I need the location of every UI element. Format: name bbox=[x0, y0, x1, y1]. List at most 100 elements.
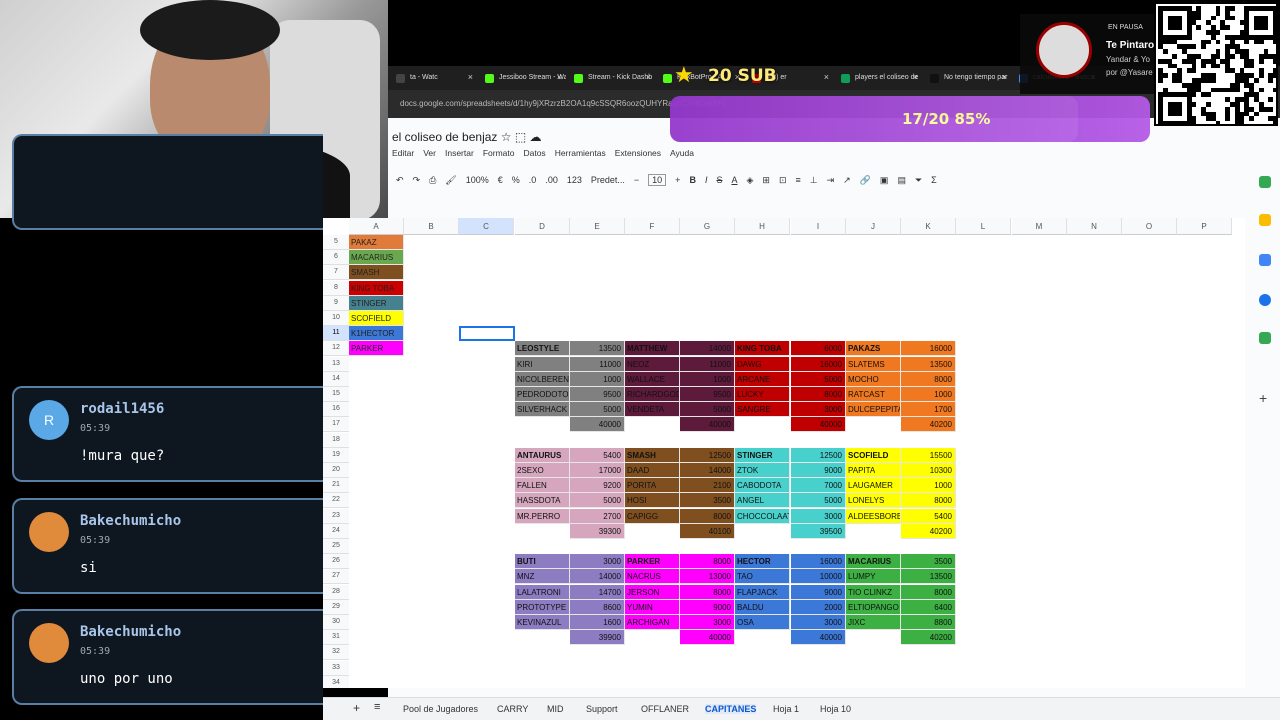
cell[interactable]: CAPIGG bbox=[625, 508, 680, 524]
row-header[interactable]: 15 bbox=[323, 387, 349, 402]
cell-grid[interactable]: A B C D E F G H I J K L M N O P 5 6 7 8 9 10 11 12 13 14 15 16 17 18 1… bbox=[323, 218, 1245, 688]
tab-close-icon[interactable]: × bbox=[1002, 72, 1007, 82]
cell[interactable]: 16000 bbox=[901, 341, 956, 357]
cell[interactable]: SMASH bbox=[349, 265, 404, 281]
cell[interactable]: 40000 bbox=[570, 417, 625, 433]
column-header[interactable]: P bbox=[1177, 218, 1232, 235]
comment-icon[interactable]: ▣ bbox=[880, 175, 889, 186]
cell[interactable]: NICOLBERENICE bbox=[515, 371, 570, 387]
browser-tab[interactable]: players el coliseo de × bbox=[833, 69, 922, 89]
row-header[interactable]: 20 bbox=[323, 463, 349, 478]
cell[interactable]: DAWG bbox=[735, 356, 790, 372]
cell[interactable]: PARKER bbox=[625, 554, 680, 570]
selected-cell[interactable] bbox=[459, 326, 515, 342]
text-color-icon[interactable]: A bbox=[731, 175, 737, 185]
strikethrough-icon[interactable]: S bbox=[716, 175, 722, 185]
cell[interactable]: RICHARDGOD bbox=[625, 387, 680, 402]
increase-decimal[interactable]: .00 bbox=[545, 175, 558, 185]
row-header[interactable]: 27 bbox=[323, 569, 349, 585]
cell[interactable]: TIO CLINKZ bbox=[846, 584, 901, 600]
cell[interactable]: MACARIUS bbox=[846, 554, 901, 570]
cell[interactable]: 40200 bbox=[901, 630, 956, 646]
column-header[interactable]: H bbox=[735, 218, 790, 235]
cell[interactable]: 5000 bbox=[570, 493, 625, 509]
menu-item[interactable]: Herramientas bbox=[555, 148, 606, 158]
cell[interactable]: 8000 bbox=[901, 493, 956, 509]
all-sheets-icon[interactable]: ≡ bbox=[374, 701, 380, 713]
browser-tab[interactable]: ta - Watc × bbox=[388, 69, 477, 89]
cell[interactable]: 5000 bbox=[791, 493, 846, 509]
function-icon[interactable]: Σ bbox=[931, 175, 937, 185]
cell[interactable]: 40000 bbox=[680, 630, 735, 646]
cell[interactable]: 9000 bbox=[791, 584, 846, 600]
tab-close-icon[interactable]: × bbox=[468, 72, 473, 82]
cell[interactable]: LUMPY bbox=[846, 569, 901, 585]
row-header[interactable]: 10 bbox=[323, 311, 349, 326]
italic-icon[interactable]: I bbox=[705, 175, 708, 185]
merge-icon[interactable]: ⊡ bbox=[779, 175, 787, 186]
cell[interactable]: 7000 bbox=[791, 478, 846, 494]
tasks-icon[interactable] bbox=[1259, 254, 1271, 266]
print-icon[interactable]: ⎙ bbox=[429, 175, 436, 186]
cell[interactable]: KING TOBA bbox=[735, 341, 790, 357]
browser-tab[interactable]: Stream - Kick Dashb × bbox=[566, 69, 655, 89]
cell[interactable]: 11000 bbox=[680, 356, 735, 372]
column-header[interactable]: N bbox=[1067, 218, 1122, 235]
cell[interactable]: 40000 bbox=[791, 417, 846, 433]
cell[interactable]: KING TOBA bbox=[349, 280, 404, 296]
cell[interactable]: 8000 bbox=[791, 387, 846, 402]
menu-item[interactable]: Datos bbox=[523, 148, 545, 158]
bold-icon[interactable]: B bbox=[689, 175, 696, 185]
cell[interactable]: FALLEN bbox=[515, 478, 570, 494]
cell[interactable]: 9500 bbox=[570, 387, 625, 402]
cell[interactable]: HASSDOTA bbox=[515, 493, 570, 509]
cell[interactable]: 39900 bbox=[570, 630, 625, 646]
cell[interactable]: PAPITA bbox=[846, 463, 901, 478]
sheet-tab[interactable]: MID bbox=[547, 704, 564, 714]
cell[interactable]: DAAD bbox=[625, 463, 680, 478]
row-header[interactable]: 22 bbox=[323, 493, 349, 509]
sheet-tab[interactable]: Hoja 1 bbox=[773, 704, 799, 714]
sheet-tab[interactable]: CAPITANES bbox=[705, 704, 757, 714]
cell[interactable]: 9000 bbox=[680, 599, 735, 615]
cell[interactable]: 14000 bbox=[680, 463, 735, 478]
row-header[interactable]: 25 bbox=[323, 539, 349, 554]
row-header[interactable]: 12 bbox=[323, 341, 349, 357]
cell[interactable]: 3500 bbox=[680, 493, 735, 509]
cell[interactable]: 1700 bbox=[901, 402, 956, 418]
cell[interactable]: ARCHIGAN bbox=[625, 615, 680, 630]
cell[interactable]: 14000 bbox=[680, 341, 735, 357]
cell[interactable]: 17000 bbox=[570, 463, 625, 478]
cell[interactable]: 40100 bbox=[680, 523, 735, 539]
cell[interactable]: KIRI bbox=[515, 356, 570, 372]
tab-close-icon[interactable]: × bbox=[913, 72, 918, 82]
cell[interactable]: 2SEXO bbox=[515, 463, 570, 478]
cell[interactable]: 1000 bbox=[901, 478, 956, 494]
cell[interactable]: 40000 bbox=[791, 630, 846, 646]
cell[interactable]: 3000 bbox=[791, 402, 846, 418]
sheet-tab[interactable]: CARRY bbox=[497, 704, 528, 714]
redo-icon[interactable]: ↷ bbox=[413, 175, 421, 186]
row-header[interactable]: 9 bbox=[323, 295, 349, 311]
cell[interactable]: ARCANE bbox=[735, 371, 790, 387]
sheet-tab[interactable]: Hoja 10 bbox=[820, 704, 851, 714]
cell[interactable]: 5400 bbox=[901, 508, 956, 524]
cell[interactable]: LALATRONI bbox=[515, 584, 570, 600]
row-header[interactable]: 23 bbox=[323, 508, 349, 524]
tab-close-icon[interactable]: × bbox=[557, 72, 562, 82]
cell[interactable]: BALDU bbox=[735, 599, 790, 615]
cell[interactable]: 3500 bbox=[901, 554, 956, 570]
contacts-icon[interactable] bbox=[1259, 294, 1271, 306]
cell[interactable]: ANTAURUS bbox=[515, 447, 570, 463]
cell[interactable]: 8000 bbox=[680, 508, 735, 524]
font-size-plus[interactable]: + bbox=[675, 175, 680, 185]
column-header[interactable]: M bbox=[1012, 218, 1067, 235]
cell[interactable]: NACRUS bbox=[625, 569, 680, 585]
cell[interactable]: PROTOTYPE bbox=[515, 599, 570, 615]
column-header[interactable]: J bbox=[846, 218, 901, 235]
cell[interactable]: LEOSTYLE bbox=[515, 341, 570, 357]
cell[interactable]: DULCEPEPITA bbox=[846, 402, 901, 418]
borders-icon[interactable]: ⊞ bbox=[762, 175, 770, 186]
row-header[interactable]: 8 bbox=[323, 280, 349, 296]
cell[interactable]: OSA bbox=[735, 615, 790, 630]
